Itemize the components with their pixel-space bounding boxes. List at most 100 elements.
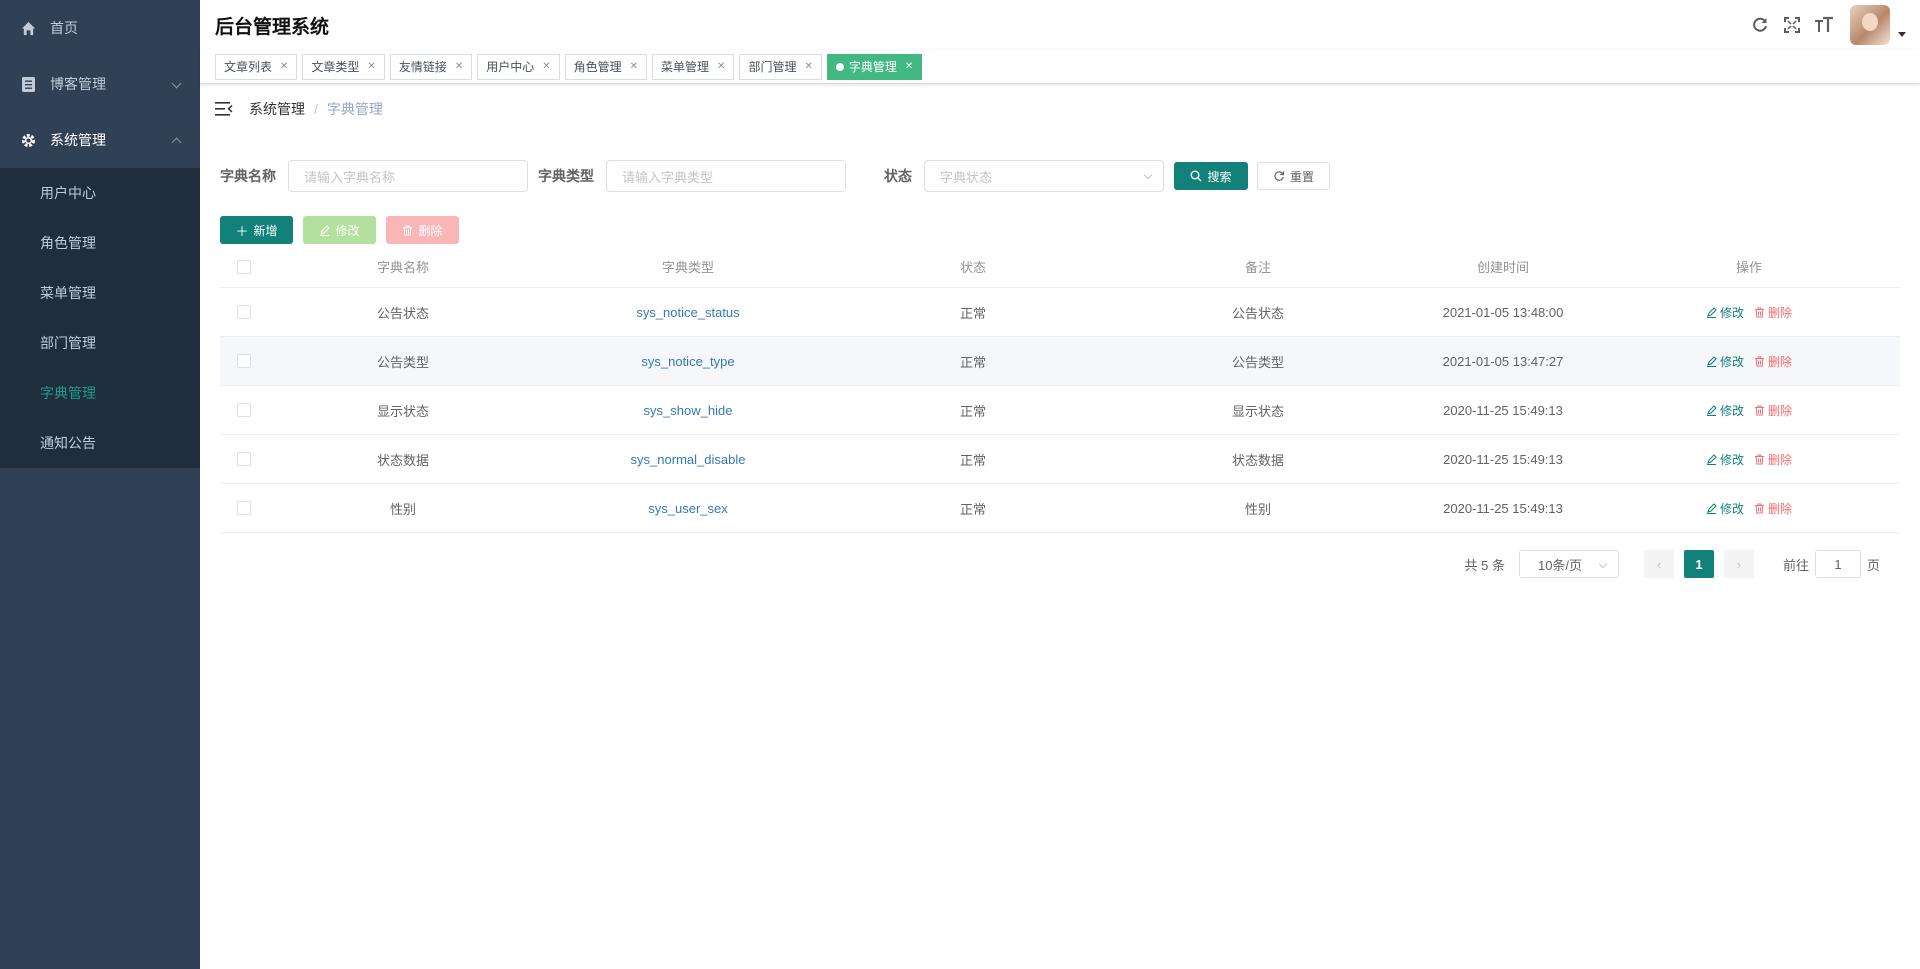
dict-type-link[interactable]: sys_show_hide	[644, 403, 733, 418]
tags-view: 文章列表 ✕ 文章类型 ✕ 友情链接 ✕ 用户中心 ✕ 角色管理 ✕ 菜单管理 ✕ 部门管理…	[200, 50, 1920, 84]
close-icon[interactable]: ✕	[717, 61, 725, 72]
navbar-actions	[1750, 0, 1920, 50]
table-row[interactable]: 公告状态 sys_notice_status 正常 公告状态 2021-01-0…	[220, 288, 1900, 337]
tag-user-center[interactable]: 用户中心 ✕	[477, 53, 560, 80]
dict-type-link[interactable]: sys_notice_status	[636, 305, 739, 320]
blog-icon	[20, 76, 36, 92]
next-page-button[interactable]: ›	[1723, 550, 1754, 578]
row-edit-button[interactable]: 修改	[1706, 304, 1744, 321]
dict-type-input[interactable]: 请输入字典类型	[606, 160, 846, 192]
goto-page-input[interactable]: 1	[1814, 550, 1861, 578]
row-checkbox[interactable]	[237, 501, 251, 515]
navbar: 后台管理系统	[200, 0, 1920, 50]
close-icon[interactable]: ✕	[905, 61, 913, 72]
table-row[interactable]: 状态数据 sys_normal_disable 正常 状态数据 2020-11-…	[220, 435, 1900, 484]
row-edit-button[interactable]: 修改	[1706, 353, 1744, 370]
status-select[interactable]: 字典状态	[924, 160, 1164, 192]
tag-roles[interactable]: 角色管理 ✕	[564, 53, 648, 80]
row-delete-button[interactable]: 删除	[1754, 451, 1792, 468]
remark-cell: 公告状态	[1231, 305, 1284, 321]
page-size-select[interactable]: 10条/页	[1518, 550, 1619, 578]
sidebar-item-user-center[interactable]: 用户中心	[0, 168, 200, 218]
tag-label: 用户中心	[486, 60, 535, 74]
dict-type-link[interactable]: sys_notice_type	[641, 354, 734, 369]
edit-icon	[1706, 306, 1717, 318]
tag-article-type[interactable]: 文章类型 ✕	[302, 53, 385, 80]
plus-icon: ＋	[235, 223, 249, 239]
add-button[interactable]: ＋ 新增	[220, 216, 293, 244]
close-icon[interactable]: ✕	[455, 61, 463, 72]
row-actions: 修改 删除	[1598, 500, 1900, 517]
row-delete-button[interactable]: 删除	[1754, 500, 1792, 517]
row-edit-label: 修改	[1719, 354, 1744, 369]
prev-page-button[interactable]: ‹	[1643, 550, 1674, 578]
close-icon[interactable]: ✕	[542, 61, 550, 72]
page-number-button[interactable]: 1	[1683, 550, 1714, 578]
trash-icon	[1755, 454, 1764, 464]
font-size-icon[interactable]	[1814, 15, 1834, 35]
sidebar-item-dictionary[interactable]: 字典管理	[0, 368, 200, 418]
sidebar-item-roles[interactable]: 角色管理	[0, 218, 200, 268]
row-checkbox[interactable]	[237, 354, 251, 368]
dict-name-cell: 性别	[389, 501, 416, 517]
table-row[interactable]: 显示状态 sys_show_hide 正常 显示状态 2020-11-25 15…	[220, 386, 1900, 435]
dict-table: 字典名称 字典类型 状态 备注 创建时间 操作 公告状态 sys_notice_…	[220, 246, 1900, 533]
sidebar-item-menus[interactable]: 菜单管理	[0, 268, 200, 318]
reset-button[interactable]: 重置	[1257, 162, 1330, 190]
hamburger-icon[interactable]	[215, 101, 233, 117]
select-all-checkbox[interactable]	[237, 259, 251, 274]
breadcrumb-level1[interactable]: 系统管理	[249, 99, 305, 119]
row-edit-button[interactable]: 修改	[1706, 451, 1744, 468]
caret-down-icon[interactable]	[1898, 31, 1906, 37]
chevron-up-icon	[171, 137, 182, 148]
home-icon	[20, 20, 36, 36]
sidebar-item-home[interactable]: 首页	[0, 0, 200, 56]
tag-label: 部门管理	[748, 60, 797, 74]
close-icon[interactable]: ✕	[280, 61, 288, 72]
row-delete-button[interactable]: 删除	[1754, 353, 1792, 370]
tag-departments[interactable]: 部门管理 ✕	[739, 53, 822, 80]
avatar[interactable]	[1850, 5, 1890, 45]
row-checkbox[interactable]	[237, 403, 251, 417]
dict-type-link[interactable]: sys_normal_disable	[631, 452, 746, 467]
tag-label: 文章类型	[311, 60, 360, 74]
dict-name-input[interactable]: 请输入字典名称	[288, 160, 528, 192]
close-icon[interactable]: ✕	[804, 61, 812, 72]
row-checkbox[interactable]	[237, 305, 251, 319]
fullscreen-icon[interactable]	[1782, 15, 1802, 35]
close-icon[interactable]: ✕	[367, 61, 375, 72]
close-icon[interactable]: ✕	[630, 61, 638, 72]
breadcrumb-level2: 字典管理	[326, 101, 383, 117]
created-time-cell: 2021-01-05 13:48:00	[1442, 304, 1564, 320]
row-edit-label: 修改	[1719, 501, 1744, 516]
row-delete-button[interactable]: 删除	[1754, 304, 1792, 321]
table-row[interactable]: 公告类型 sys_notice_type 正常 公告类型 2021-01-05 …	[220, 337, 1900, 386]
dict-name-label: 字典名称	[220, 168, 276, 184]
edit-icon	[1706, 404, 1717, 416]
created-time-cell: 2020-11-25 15:49:13	[1443, 402, 1563, 418]
row-checkbox[interactable]	[237, 452, 251, 466]
row-edit-button[interactable]: 修改	[1706, 402, 1744, 419]
sidebar-item-blog[interactable]: 博客管理	[0, 56, 200, 112]
edit-button[interactable]: 修改	[303, 216, 376, 244]
dict-type-link[interactable]: sys_user_sex	[648, 501, 727, 516]
delete-button[interactable]: 删除	[386, 216, 459, 244]
tag-menus[interactable]: 菜单管理 ✕	[652, 53, 735, 80]
row-delete-button[interactable]: 删除	[1754, 402, 1792, 419]
sidebar-item-departments[interactable]: 部门管理	[0, 318, 200, 368]
edit-icon	[1706, 355, 1717, 367]
table-row[interactable]: 性别 sys_user_sex 正常 性别 2020-11-25 15:49:1…	[220, 484, 1900, 533]
row-delete-label: 删除	[1768, 501, 1793, 516]
refresh-icon[interactable]	[1750, 15, 1770, 35]
sidebar-item-system[interactable]: 系统管理	[0, 112, 200, 168]
row-check-cell	[220, 305, 268, 319]
tag-dictionary[interactable]: 字典管理 ✕	[826, 53, 923, 80]
row-edit-button[interactable]: 修改	[1706, 500, 1744, 517]
tag-friend-links[interactable]: 友情链接 ✕	[389, 53, 473, 80]
delete-button-label: 删除	[418, 223, 443, 238]
sidebar-item-notices[interactable]: 通知公告	[0, 418, 200, 468]
created-time-cell: 2021-01-05 13:47:27	[1442, 353, 1564, 369]
sidebar-item-label: 博客管理	[50, 76, 106, 92]
search-button[interactable]: 搜索	[1174, 162, 1248, 190]
tag-article-list[interactable]: 文章列表 ✕	[215, 53, 298, 80]
